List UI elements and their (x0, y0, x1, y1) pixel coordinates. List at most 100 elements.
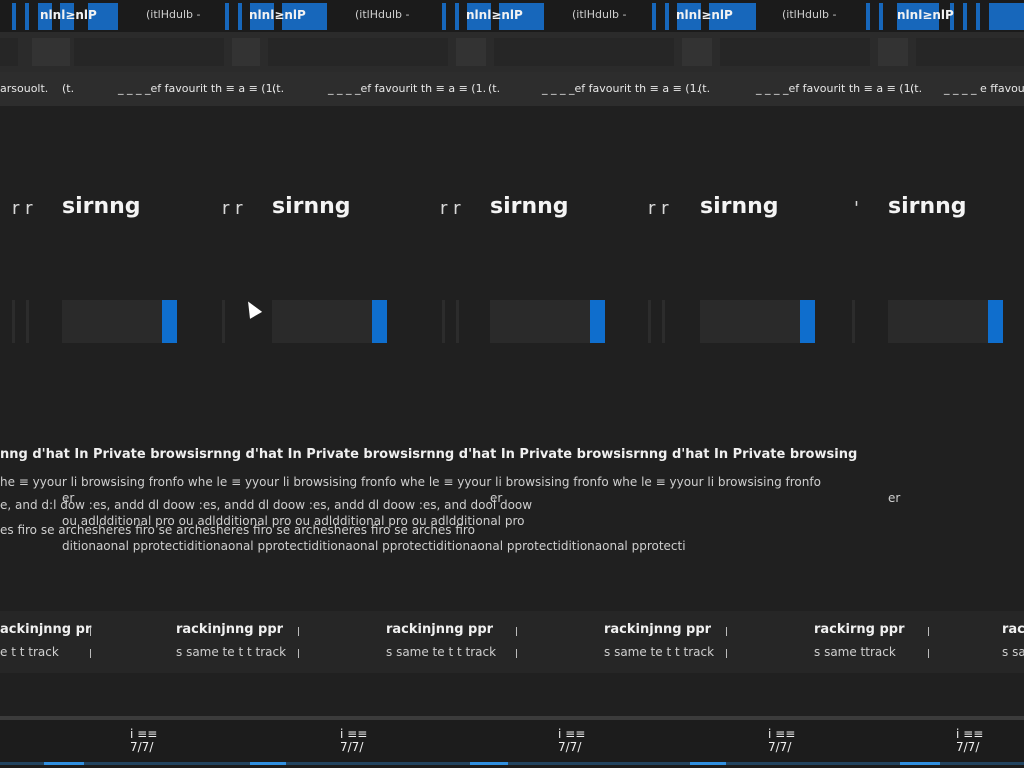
favorite-item[interactable]: _ _ _ _ e ffavourit (944, 82, 1024, 95)
inprivate-description: he ≡ yyour li browsising fronfo whe le ≡… (0, 475, 821, 489)
address-bar[interactable] (74, 38, 224, 66)
search-box-edge (442, 300, 445, 343)
search-box-edge (26, 300, 29, 343)
tab[interactable]: nlnl≥nlP (225, 3, 327, 30)
favorite-item[interactable]: (t. (272, 82, 284, 95)
tab[interactable]: nlnl≥nlP (652, 3, 756, 30)
search-button[interactable] (372, 300, 387, 343)
search-input[interactable] (888, 300, 988, 343)
tracking-description: s same te t t track (386, 645, 497, 659)
heading-mark: r r (222, 198, 243, 219)
tab-title[interactable]: (itlHdulb - (572, 8, 626, 21)
toolbar-segment (232, 38, 260, 66)
tab-title[interactable]: (itlHdulb - (782, 8, 836, 21)
search-input[interactable] (700, 300, 800, 343)
search-box-edge (662, 300, 665, 343)
toolbar-segment (682, 38, 712, 66)
page-heading: sirnng (700, 194, 779, 219)
search-button[interactable] (162, 300, 177, 343)
heading-mark: r r (648, 198, 669, 219)
tracking-prevention-panel: ackinjnng pr e t t track rackinjnng ppr … (0, 611, 1024, 673)
tracking-heading: ackinjnng pr (0, 622, 92, 637)
tracking-heading: rackirng ppr (814, 622, 905, 637)
active-indicator (690, 762, 726, 765)
search-box-edge (222, 300, 225, 343)
tick-mark (726, 649, 727, 658)
app-icon[interactable]: i ≡≡ 7/7/ (340, 728, 367, 754)
favorite-item[interactable]: (t. (62, 82, 74, 95)
app-icon[interactable]: i ≡≡ 7/7/ (768, 728, 795, 754)
tracking-heading: rackinjnng ppr (176, 622, 284, 637)
tab-label: nlnl≥nlP (676, 8, 733, 22)
tick-mark (298, 627, 299, 636)
favorite-item[interactable]: _ _ _ _ef favourit th ≡ a ≡ (1. (542, 82, 700, 95)
address-bar[interactable] (916, 38, 1024, 66)
tracking-description: s same ttrack (814, 645, 896, 659)
tab-label: nlnl≥nlP (40, 8, 97, 22)
tracking-description: s same te t t track (604, 645, 715, 659)
active-indicator (900, 762, 940, 765)
page-heading: sirnng (62, 194, 141, 219)
toolbar-segment (456, 38, 486, 66)
inprivate-heading: nng d'hat In Private browsisrnng d'hat I… (0, 447, 858, 462)
tracking-heading: rackinjnng ppr (604, 622, 712, 637)
inprivate-description: ditionaonal pprotectiditionaonal pprotec… (62, 539, 686, 553)
tick-mark (516, 649, 517, 658)
tab-title[interactable]: (itlHdulb - (146, 8, 200, 21)
tab-label: nlnl≥nlP (249, 8, 306, 22)
tab-strip: nlnl≥nlP (itlHdulb - nlnl≥nlP (itlHdulb … (0, 0, 1024, 32)
address-bar[interactable] (494, 38, 674, 66)
favorite-item[interactable]: _ _ _ _ef favourit th ≡ a ≡ (1. (328, 82, 486, 95)
tick-mark (928, 627, 929, 636)
address-bar[interactable] (268, 38, 448, 66)
app-icon[interactable]: i ≡≡ 7/7/ (558, 728, 585, 754)
tracking-description: s same te t t track (176, 645, 287, 659)
favorite-item[interactable]: (t. (698, 82, 710, 95)
tab-label: nlnl≥nlP (897, 8, 954, 22)
search-input[interactable] (490, 300, 590, 343)
tracking-heading: rack (1002, 622, 1024, 637)
search-button[interactable] (590, 300, 605, 343)
inprivate-description: e, and d:l dow :es, andd dl doow :es, an… (0, 498, 533, 512)
favorite-item[interactable]: arsouolt. (0, 82, 48, 95)
active-indicator (44, 762, 84, 765)
active-indicator (250, 762, 286, 765)
tracking-heading: rackinjnng ppr (386, 622, 494, 637)
active-indicator (0, 762, 1024, 765)
tab[interactable]: nlnl≥nlP (866, 3, 1024, 30)
heading-mark: ' (854, 198, 859, 219)
search-button[interactable] (988, 300, 1003, 343)
address-bar[interactable] (720, 38, 870, 66)
mouse-cursor-icon (242, 298, 263, 319)
tab[interactable]: nlnl≥nlP (12, 3, 118, 30)
search-box-edge (852, 300, 855, 343)
tick-mark (90, 649, 91, 658)
app-icon[interactable]: i ≡≡ 7/7/ (130, 728, 157, 754)
tracking-description: e t t track (0, 645, 59, 659)
page-heading: sirnng (272, 194, 351, 219)
tab[interactable]: nlnl≥nlP (442, 3, 544, 30)
toolbar-segment (32, 38, 70, 66)
page-heading: sirnng (888, 194, 967, 219)
tick-mark (928, 649, 929, 658)
tab-label: nlnl≥nlP (466, 8, 523, 22)
tick-mark (90, 627, 91, 636)
app-icon[interactable]: i ≡≡ 7/7/ (956, 728, 983, 754)
toolbar-segment (0, 38, 18, 66)
search-input[interactable] (62, 300, 162, 343)
active-indicator (470, 762, 508, 765)
search-box-edge (456, 300, 459, 343)
inprivate-description: es firo se archesheres firo se archesher… (0, 523, 475, 537)
favorite-item[interactable]: (t. (488, 82, 500, 95)
tab-title[interactable]: (itlHdulb - (355, 8, 409, 21)
taskbar: i ≡≡ 7/7/ i ≡≡ 7/7/ i ≡≡ 7/7/ i ≡≡ 7/7/ … (0, 720, 1024, 768)
favorite-item[interactable]: _ _ _ _ef favourit th ≡ a ≡ (1. (756, 82, 914, 95)
toolbar (0, 32, 1024, 72)
new-tab-page: r r sirnng r r sirnng r r sirnng r r sir… (0, 106, 1024, 716)
search-box-edge (648, 300, 651, 343)
favorite-item[interactable]: _ _ _ _ef favourit th ≡ a ≡ (1. (118, 82, 276, 95)
favorite-item[interactable]: (t. (910, 82, 922, 95)
search-button[interactable] (800, 300, 815, 343)
search-input[interactable] (272, 300, 372, 343)
tracking-description: s sa (1002, 645, 1024, 659)
